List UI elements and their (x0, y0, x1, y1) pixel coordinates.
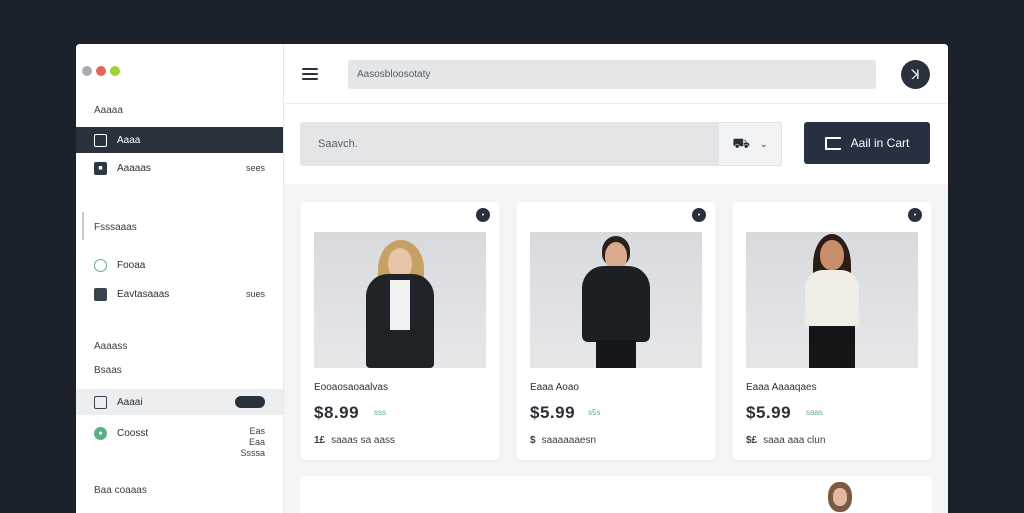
product-rating: 1£ saaas sa aass (314, 435, 395, 446)
toggle-pill[interactable] (235, 396, 265, 408)
cart-icon: ⛟ (732, 134, 751, 151)
main-content: Aasosbloosotaty ꓘ ⛟ ⌄ Aail in Cart • (284, 44, 948, 513)
price-tag: saas (806, 408, 823, 417)
product-card[interactable]: • Eaaa Aoao $5.99 s5s $ saaaaaaesn (516, 202, 716, 460)
product-rating: $ saaaaaaesn (530, 435, 596, 446)
app-window: Aaaaa Aaaa ■ Aaaaas sees Fsssaaas Fooaa … (76, 44, 948, 513)
sidebar-item[interactable]: Eavtasaaas sues (76, 281, 283, 307)
sidebar-item-label: Eavtasaaas (117, 288, 170, 300)
chevron-down-icon: ⌄ (760, 138, 768, 149)
search-row: ⛟ ⌄ Aail in Cart (284, 104, 948, 184)
stat-line: Eas (249, 426, 265, 436)
product-image (746, 232, 918, 368)
rating-text: saaaaaaesn (541, 435, 597, 446)
sidebar-item[interactable]: ■ Aaaaas sees (76, 155, 283, 181)
search-input[interactable] (300, 122, 718, 166)
stat-line: Ssssa (240, 448, 265, 458)
sidebar-item-label: Fooaa (117, 259, 146, 271)
stat-line: Eaa (248, 437, 265, 447)
price-tag: sss (374, 408, 386, 417)
cart-dropdown[interactable]: ⛟ ⌄ (718, 122, 782, 166)
top-bar: Aasosbloosotaty ꓘ (284, 44, 948, 104)
badge-icon: • (476, 208, 490, 222)
sidebar-item-stats: Eas Eaa Ssssa (240, 426, 265, 459)
sidebar: Aaaaa Aaaa ■ Aaaaas sees Fsssaaas Fooaa … (76, 44, 284, 513)
sidebar-section-subtitle: Bsaas (94, 365, 122, 376)
user-icon: ● (94, 426, 107, 440)
badge-icon: • (692, 208, 706, 222)
sidebar-item-label: Aaaa (117, 134, 141, 146)
minimize-dot[interactable] (82, 66, 92, 76)
address-bar[interactable]: Aasosbloosotaty (348, 60, 876, 89)
product-name: Eooaosaoaalvas (314, 382, 388, 393)
sidebar-item-label: Coosst (117, 427, 149, 439)
rating-text: saaas sa aass (331, 435, 396, 446)
product-card-partial[interactable] (300, 476, 932, 513)
rating-number: 1£ (314, 435, 326, 446)
sidebar-item-toggle[interactable]: Aaaai (76, 389, 283, 415)
sidebar-section-title: Aaaass (94, 341, 128, 352)
document-icon (94, 395, 107, 409)
add-to-cart-button[interactable]: Aail in Cart (804, 122, 930, 164)
sidebar-section-title: Fsssaaas (94, 222, 137, 233)
product-card[interactable]: • Eooaosaoaalvas $8.99 sss 1£ saaas sa aa… (300, 202, 500, 460)
sidebar-item-label: Aaaai (117, 396, 143, 408)
grid-icon (94, 133, 107, 147)
add-to-cart-label: Aail in Cart (850, 136, 910, 150)
menu-icon[interactable] (302, 68, 318, 80)
badge-icon: • (908, 208, 922, 222)
product-price: $5.99 (746, 403, 792, 422)
product-name: Eaaa Aaaaqaes (746, 382, 817, 393)
sidebar-section-title: Aaaaa (94, 105, 123, 116)
avatar[interactable]: ꓘ (901, 60, 930, 89)
sidebar-item-active[interactable]: Aaaa (76, 127, 283, 153)
rating-number: $£ (746, 435, 758, 446)
bag-icon (824, 136, 841, 150)
sidebar-section-title: Baa coaaas (94, 485, 147, 496)
product-image-face (833, 488, 847, 506)
sidebar-item-meta: sees (245, 163, 265, 173)
square-icon: ■ (94, 161, 107, 175)
circle-icon (94, 258, 107, 272)
product-price: $8.99 (314, 403, 360, 422)
product-image (530, 232, 702, 368)
product-price: $5.99 (530, 403, 576, 422)
sidebar-item-label: Aaaaas (117, 162, 151, 174)
rating-number: $ (530, 435, 536, 446)
maximize-dot[interactable] (110, 66, 120, 76)
product-name: Eaaa Aoao (530, 382, 579, 393)
sidebar-item-meta: sues (245, 289, 265, 299)
price-tag: s5s (588, 408, 601, 417)
divider (82, 212, 84, 240)
card-icon (94, 287, 107, 301)
product-rating: $£ saaa aaa clun (746, 435, 825, 446)
product-card[interactable]: • Eaaa Aaaaqaes $5.99 saas $£ saaa aaa cl… (732, 202, 932, 460)
sidebar-item[interactable]: Fooaa (76, 252, 283, 278)
window-controls (82, 66, 120, 76)
product-image (314, 232, 486, 368)
close-dot[interactable] (96, 66, 106, 76)
rating-text: saaa aaa clun (763, 435, 826, 446)
